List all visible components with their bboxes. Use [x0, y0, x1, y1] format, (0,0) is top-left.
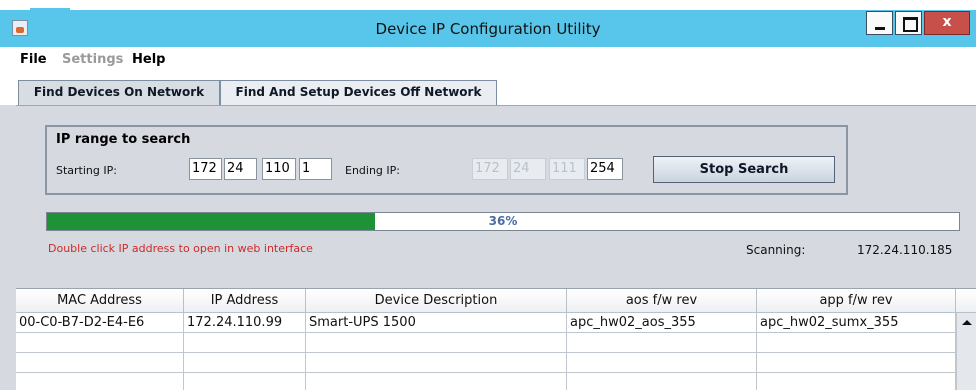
- starting-ip-octet-4[interactable]: 1: [299, 158, 332, 180]
- table-cell[interactable]: [757, 353, 956, 373]
- title-bar-top-strip: [0, 0, 976, 10]
- table-cell[interactable]: [757, 333, 956, 353]
- maximize-button[interactable]: [895, 11, 922, 35]
- tab-bar: Find Devices On Network Find And Setup D…: [0, 74, 976, 105]
- table-row[interactable]: [16, 373, 956, 390]
- starting-ip-octet-3[interactable]: 110: [262, 158, 296, 180]
- starting-ip-octet-1[interactable]: 172: [189, 158, 222, 180]
- table-cell[interactable]: [306, 373, 567, 390]
- menu-help[interactable]: Help: [132, 52, 165, 67]
- table-row[interactable]: [16, 333, 956, 353]
- table-cell[interactable]: [16, 333, 184, 353]
- scroll-up-arrow-icon[interactable]: [957, 313, 976, 332]
- table-cell[interactable]: [567, 353, 757, 373]
- scanning-ip-value: 172.24.110.185: [857, 243, 953, 257]
- ip-range-panel: IP range to search Starting IP: 172 24 1…: [45, 125, 848, 195]
- scan-progress-bar: 36%: [46, 212, 960, 231]
- ending-ip-label: Ending IP:: [345, 164, 400, 177]
- table-cell[interactable]: 172.24.110.99: [184, 313, 306, 333]
- table-cell[interactable]: apc_hw02_aos_355: [567, 313, 757, 333]
- starting-ip-label: Starting IP:: [56, 164, 117, 177]
- ending-ip-octet-4[interactable]: 254: [587, 158, 623, 180]
- table-row[interactable]: 00-C0-B7-D2-E4-E6 172.24.110.99 Smart-UPS …: [16, 313, 956, 333]
- ending-ip-octet-1: 172: [472, 158, 508, 180]
- table-cell[interactable]: [306, 333, 567, 353]
- minimize-button[interactable]: [866, 11, 893, 35]
- column-header[interactable]: aos f/w rev: [567, 289, 757, 313]
- title-bar: Device IP Configuration Utility x: [0, 0, 976, 47]
- column-header[interactable]: app f/w rev: [757, 289, 956, 313]
- close-button[interactable]: x: [924, 11, 970, 35]
- table-cell[interactable]: [757, 373, 956, 390]
- table-cell[interactable]: apc_hw02_sumx_355: [757, 313, 956, 333]
- table-cell[interactable]: Smart-UPS 1500: [306, 313, 567, 333]
- window-title: Device IP Configuration Utility: [375, 20, 601, 38]
- table-cell[interactable]: [184, 333, 306, 353]
- ip-range-title: IP range to search: [56, 132, 191, 147]
- column-header[interactable]: IP Address: [184, 289, 306, 313]
- column-header[interactable]: Device Description: [306, 289, 567, 313]
- ending-ip-octet-3: 111: [549, 158, 585, 180]
- column-header[interactable]: MAC Address: [16, 289, 184, 313]
- table-cell[interactable]: [184, 373, 306, 390]
- scanning-label: Scanning:: [746, 243, 806, 257]
- table-row[interactable]: [16, 353, 956, 373]
- table-cell[interactable]: [567, 373, 757, 390]
- stop-search-button[interactable]: Stop Search: [653, 156, 835, 183]
- tab-content: IP range to search Starting IP: 172 24 1…: [0, 105, 976, 390]
- ending-ip-octet-2: 24: [510, 158, 546, 180]
- starting-ip-octet-2[interactable]: 24: [224, 158, 257, 180]
- menu-file[interactable]: File: [20, 52, 47, 67]
- table-cell[interactable]: 00-C0-B7-D2-E4-E6: [16, 313, 184, 333]
- menu-settings[interactable]: Settings: [62, 52, 123, 67]
- table-cell[interactable]: [16, 353, 184, 373]
- progress-percent-text: 36%: [488, 214, 518, 228]
- table-scrollbar[interactable]: [956, 313, 976, 390]
- devices-table: MAC Address IP Address Device Description a…: [16, 288, 976, 390]
- double-click-hint: Double click IP address to open in web i…: [48, 242, 313, 255]
- table-cell[interactable]: [16, 373, 184, 390]
- table-header-corner: [956, 289, 976, 313]
- table-cell[interactable]: [567, 333, 757, 353]
- table-cell[interactable]: [184, 353, 306, 373]
- table-cell[interactable]: [306, 353, 567, 373]
- menu-bar: File Settings Help: [0, 47, 976, 74]
- app-window: Device IP Configuration Utility x File S…: [0, 0, 976, 390]
- tab-find-setup-devices-off-network[interactable]: Find And Setup Devices Off Network: [220, 80, 497, 105]
- tab-find-devices-on-network[interactable]: Find Devices On Network: [18, 80, 220, 105]
